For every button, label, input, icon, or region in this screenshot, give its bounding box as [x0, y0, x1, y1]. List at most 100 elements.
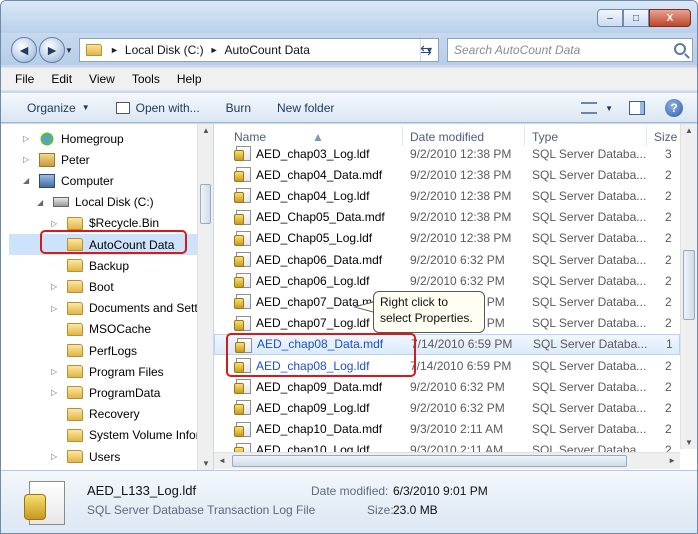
view-dropdown-icon[interactable]: ▼ — [605, 104, 613, 113]
expand-arrow-icon[interactable]: ▷ — [51, 388, 61, 397]
file-date: 9/2/2010 12:38 PM — [410, 188, 512, 203]
file-row[interactable]: AED_chap09_Data.mdf 9/2/2010 6:32 PM SQL S… — [214, 376, 680, 397]
file-row[interactable]: AED_chap03_Log.ldf 9/2/2010 12:38 PM SQL S… — [214, 143, 680, 164]
column-name[interactable]: Name — [234, 130, 266, 144]
file-list-vertical-scrollbar[interactable]: ▲ ▼ — [680, 124, 697, 449]
chevron-right-icon[interactable]: ► — [110, 45, 119, 55]
tree-item[interactable]: ▷ Boot — [51, 276, 114, 297]
file-row[interactable]: AED_chap06_Data.mdf 9/2/2010 6:32 PM SQL S… — [214, 249, 680, 270]
tree-item[interactable]: System Volume Inforr — [51, 425, 204, 446]
back-arrow-icon: ◄ — [17, 42, 31, 58]
chevron-right-icon[interactable]: ► — [210, 45, 219, 55]
tree-item[interactable]: Recovery — [51, 404, 140, 425]
close-button[interactable]: X — [649, 9, 691, 27]
navigation-scrollbar[interactable]: ▲ ▼ — [197, 124, 213, 470]
tree-item[interactable]: PerfLogs — [51, 340, 137, 361]
organize-button[interactable]: Organize ▼ — [27, 101, 90, 115]
menu-view[interactable]: View — [89, 72, 115, 86]
tree-item[interactable]: ▷ Users — [51, 446, 120, 467]
refresh-button[interactable]: ⇆ — [413, 39, 439, 61]
tree-item[interactable]: ▷ Homegroup — [23, 128, 124, 149]
tree-item-label: Homegroup — [61, 131, 124, 146]
scroll-up-icon[interactable]: ▲ — [685, 126, 693, 135]
open-with-button[interactable]: Open with... — [115, 101, 200, 115]
column-date-modified[interactable]: Date modified — [410, 130, 484, 144]
menu-file[interactable]: File — [15, 72, 34, 86]
file-row[interactable]: AED_chap04_Data.mdf 9/2/2010 12:38 PM SQL … — [214, 164, 680, 185]
tree-item[interactable]: ▷ ProgramData — [51, 382, 160, 403]
tree-item[interactable]: MSOCache — [51, 319, 151, 340]
burn-button[interactable]: Burn — [226, 101, 251, 115]
minimize-button[interactable]: – — [597, 9, 623, 27]
menu-tools[interactable]: Tools — [132, 72, 160, 86]
file-name: AED_chap07_Log.ldf — [256, 316, 370, 331]
folder-icon — [67, 216, 83, 230]
refresh-icon: ⇆ — [420, 41, 432, 58]
file-type: SQL Server Databa... — [532, 231, 647, 246]
file-row[interactable]: AED_chap10_Data.mdf 9/3/2010 2:11 AM SQL S… — [214, 419, 680, 440]
expand-arrow-icon[interactable]: ◢ — [37, 198, 47, 207]
file-row[interactable]: AED_chap09_Log.ldf 9/2/2010 6:32 PM SQL Se… — [214, 397, 680, 418]
tree-item-label: Program Files — [89, 364, 164, 379]
details-pane: AED_L133_Log.ldf SQL Server Database Tra… — [1, 470, 697, 533]
column-type[interactable]: Type — [532, 130, 558, 144]
preview-pane-icon[interactable] — [629, 101, 645, 115]
scroll-left-icon[interactable]: ◄ — [218, 456, 226, 465]
breadcrumb-local-disk[interactable]: Local Disk (C:) — [125, 43, 204, 57]
address-bar[interactable]: ► Local Disk (C:) ► AutoCount Data ▼ — [79, 38, 439, 62]
change-view-icon[interactable] — [581, 102, 598, 114]
search-input[interactable]: Search AutoCount Data — [447, 38, 693, 62]
tree-item[interactable]: ▷ Documents and Settin — [51, 298, 207, 319]
breadcrumb-autocount-data[interactable]: AutoCount Data — [225, 43, 310, 57]
menu-help[interactable]: Help — [177, 72, 202, 86]
maximize-button[interactable]: □ — [623, 9, 649, 27]
expand-arrow-icon[interactable]: ▷ — [23, 134, 33, 143]
tree-item[interactable]: ▷ Program Files — [51, 361, 164, 382]
expand-arrow-icon[interactable]: ◢ — [23, 176, 33, 185]
column-size[interactable]: Size — [654, 130, 677, 144]
tree-item[interactable]: Backup — [51, 255, 129, 276]
user-folder-icon — [39, 152, 55, 167]
back-button[interactable]: ◄ — [11, 37, 37, 63]
file-date: 9/2/2010 12:38 PM — [410, 146, 512, 161]
new-folder-button[interactable]: New folder — [277, 101, 334, 115]
organize-label: Organize — [27, 100, 76, 115]
file-row[interactable]: AED_Chap05_Data.mdf 9/2/2010 12:38 PM SQL … — [214, 207, 680, 228]
scroll-thumb[interactable] — [200, 184, 211, 224]
expand-arrow-icon[interactable]: ▷ — [51, 452, 61, 461]
scroll-down-icon[interactable]: ▼ — [202, 459, 210, 468]
database-file-icon — [234, 209, 251, 225]
file-date: 9/2/2010 12:38 PM — [410, 167, 512, 182]
expand-arrow-icon[interactable]: ▷ — [51, 367, 61, 376]
file-size: 2 — [665, 273, 672, 288]
help-icon[interactable]: ? — [665, 99, 683, 117]
expand-arrow-icon[interactable]: ▷ — [23, 155, 33, 164]
file-name: AED_Chap05_Log.ldf — [256, 231, 373, 246]
file-list-horizontal-scrollbar[interactable]: ◄ ► — [214, 452, 680, 469]
navigation-row: ◄ ► ▼ ► Local Disk (C:) ► AutoCount Data… — [1, 33, 697, 65]
scroll-thumb[interactable] — [683, 250, 695, 320]
file-row[interactable]: AED_Chap05_Log.ldf 9/2/2010 12:38 PM SQL S… — [214, 228, 680, 249]
expand-arrow-icon[interactable]: ▷ — [51, 219, 61, 228]
scroll-down-icon[interactable]: ▼ — [685, 438, 693, 447]
file-row[interactable]: AED_chap04_Log.ldf 9/2/2010 12:38 PM SQL S… — [214, 185, 680, 206]
scroll-up-icon[interactable]: ▲ — [202, 126, 210, 135]
tree-item[interactable]: ▷ Peter — [23, 149, 90, 170]
expand-arrow-icon[interactable]: ▷ — [51, 282, 61, 291]
menu-edit[interactable]: Edit — [51, 72, 72, 86]
forward-arrow-icon: ► — [45, 42, 59, 58]
expand-arrow-icon[interactable]: ▷ — [51, 304, 61, 313]
recent-pages-dropdown-icon[interactable]: ▼ — [65, 46, 73, 55]
file-row[interactable]: AED_chap06_Log.ldf 9/2/2010 6:32 PM SQL Se… — [214, 270, 680, 291]
folder-icon — [67, 386, 83, 400]
file-date: 9/2/2010 6:32 PM — [410, 400, 505, 415]
sort-ascending-icon: ▲ — [312, 130, 324, 144]
scroll-right-icon[interactable]: ► — [668, 456, 676, 465]
tree-item[interactable]: ◢ Local Disk (C:) — [37, 192, 154, 213]
tree-item[interactable]: ◢ Computer — [23, 170, 114, 191]
file-type: SQL Server Databa... — [532, 167, 647, 182]
folder-icon — [67, 322, 83, 336]
scroll-thumb[interactable] — [232, 455, 627, 467]
explorer-window: – □ X ◄ ► ▼ ► Local Disk (C:) ► AutoCoun… — [0, 0, 698, 534]
forward-button[interactable]: ► — [39, 37, 65, 63]
